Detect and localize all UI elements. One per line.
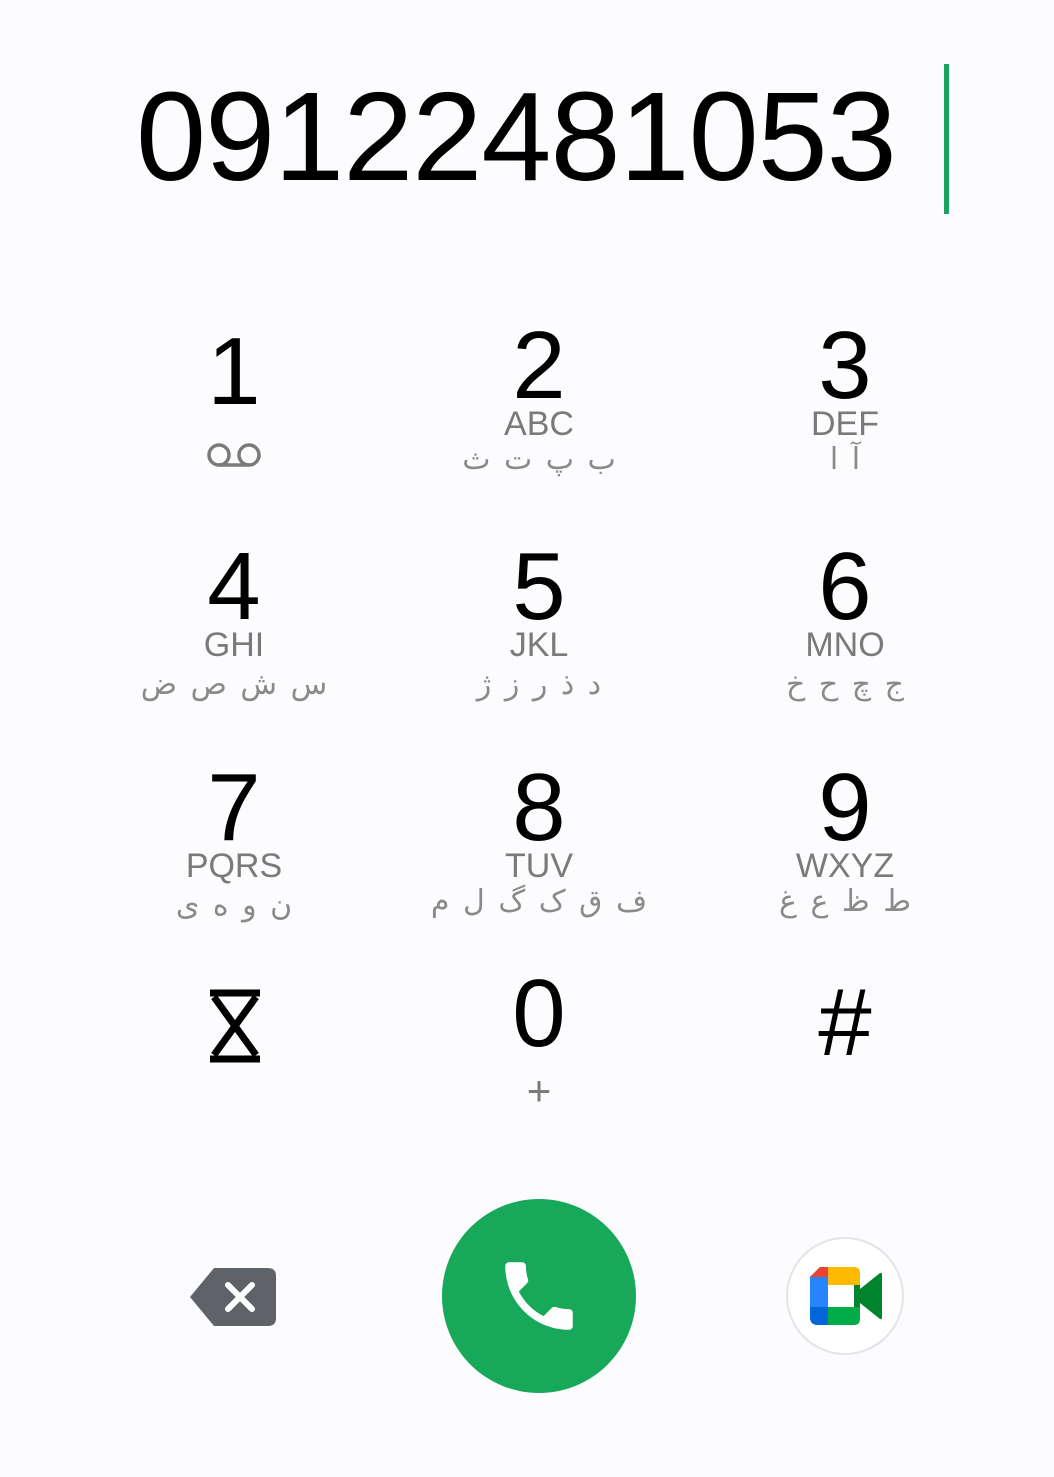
key-persian-letters: ب پ ت ث	[462, 442, 616, 477]
key-digit: 8	[512, 754, 566, 861]
key-1[interactable]: 1	[84, 318, 384, 518]
text-cursor	[944, 64, 949, 214]
key-letters: MNO	[805, 626, 885, 664]
key-8[interactable]: 8 TUV ف ق ک گ ل م	[389, 760, 689, 960]
key-3[interactable]: 3 DEF آ ا	[695, 318, 995, 518]
key-persian-letters: ن و ه ی	[175, 888, 293, 923]
key-persian-letters: ط ظ ع غ	[779, 884, 911, 919]
dialed-number-field[interactable]: 09122481053	[0, 60, 1054, 220]
dialed-number: 09122481053	[136, 66, 897, 207]
key-letters: GHI	[203, 626, 265, 664]
key-0[interactable]: 0 +	[389, 966, 689, 1166]
key-persian-letters: ج چ ح خ	[785, 667, 905, 702]
key-letters: WXYZ	[795, 847, 895, 885]
key-letters: PQRS	[185, 847, 283, 885]
voicemail-icon	[206, 440, 262, 470]
key-5[interactable]: 5 JKL د ذ ر ز ژ	[389, 539, 689, 739]
key-digit: 6	[818, 533, 872, 640]
key-letters: JKL	[509, 626, 569, 664]
key-persian-letters: س ش ص ض	[140, 667, 328, 702]
key-persian-letters: د ذ ر ز ژ	[476, 667, 602, 702]
key-letters: TUV	[505, 847, 573, 885]
google-meet-icon	[810, 1267, 882, 1325]
video-call-button[interactable]	[786, 1237, 904, 1355]
key-digit: 9	[818, 754, 872, 861]
key-plus-label: +	[526, 1067, 552, 1114]
call-button[interactable]	[442, 1199, 636, 1393]
key-2[interactable]: 2 ABC ب پ ت ث	[389, 318, 689, 518]
phone-icon	[505, 1262, 573, 1330]
key-digit: #	[818, 969, 872, 1076]
key-digit: 5	[512, 533, 566, 640]
key-4[interactable]: 4 GHI س ش ص ض	[84, 539, 384, 739]
key-digit: 1	[207, 318, 261, 425]
key-letters: DEF	[811, 405, 879, 443]
key-6[interactable]: 6 MNO ج چ ح خ	[695, 539, 995, 739]
key-digit: 0	[512, 960, 566, 1067]
key-9[interactable]: 9 WXYZ ط ظ ع غ	[695, 760, 995, 960]
backspace-button[interactable]	[180, 1260, 290, 1336]
asterisk-icon	[206, 989, 264, 1063]
key-digit: 4	[207, 533, 261, 640]
key-digit: 3	[818, 312, 872, 419]
key-digit: 2	[512, 312, 566, 419]
backspace-icon	[190, 1268, 276, 1326]
key-star[interactable]	[84, 975, 384, 1175]
key-hash[interactable]: #	[695, 975, 995, 1175]
key-letters: ABC	[504, 405, 574, 443]
key-persian-letters: آ ا	[829, 442, 861, 477]
key-digit: 7	[207, 754, 261, 861]
key-persian-letters: ف ق ک گ ل م	[430, 884, 648, 919]
key-7[interactable]: 7 PQRS ن و ه ی	[84, 760, 384, 960]
